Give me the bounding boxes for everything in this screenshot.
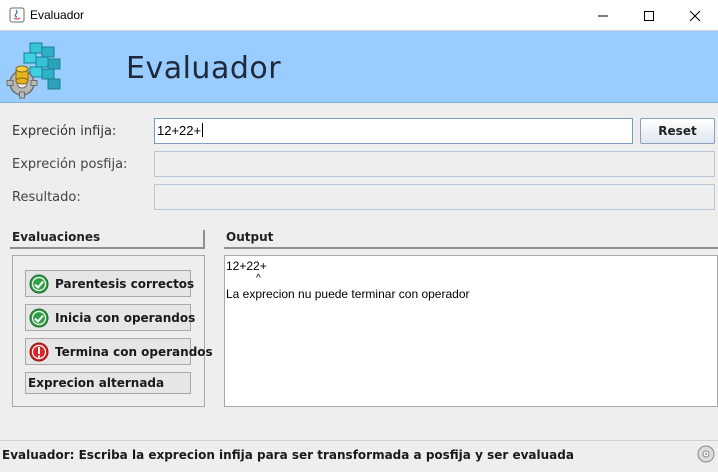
maximize-button[interactable] [626, 0, 672, 31]
minimize-button[interactable] [580, 0, 626, 31]
evaluaciones-header: Evaluaciones [10, 230, 205, 249]
minimize-icon [598, 15, 608, 16]
eval-item-termina[interactable]: Termina con operandos [25, 338, 213, 365]
infija-value: 12+22+ [157, 123, 202, 138]
error-circle-icon [29, 342, 49, 361]
eval-item-alternada[interactable]: Exprecion alternada [25, 372, 191, 394]
status-bar: Evaluador: Escriba la exprecion infija p… [0, 440, 718, 472]
database-gear-icon [6, 42, 61, 99]
eval-item-label: Termina con operandos [55, 344, 213, 359]
eval-item-inicia[interactable]: Inicia con operandos [25, 304, 195, 331]
window-title: Evaluador [30, 8, 85, 22]
infija-label: Expreción infija: [12, 124, 117, 139]
java-app-icon [9, 7, 25, 23]
check-circle-icon [29, 274, 49, 293]
resultado-label: Resultado: [12, 190, 81, 205]
output-header: Output [224, 230, 718, 249]
output-expression: 12+22+ [226, 259, 267, 273]
evaluaciones-panel: Parentesis correctos Inicia con operando… [12, 255, 213, 407]
output-message: La exprecion nu puede terminar con opera… [226, 287, 470, 301]
maximize-icon [644, 10, 654, 21]
close-button[interactable] [672, 0, 718, 31]
close-icon [689, 10, 701, 21]
status-message: Evaluador: Escriba la exprecion infija p… [2, 448, 574, 462]
eval-item-parentesis[interactable]: Parentesis correctos [25, 270, 195, 297]
eval-item-label: Parentesis correctos [55, 276, 195, 291]
eval-item-label: Inicia con operandos [55, 310, 196, 325]
disc-icon [697, 445, 715, 463]
infija-input[interactable]: 12+22+ [154, 118, 633, 144]
resultado-field [154, 184, 715, 210]
window-titlebar: Evaluador [0, 0, 718, 31]
posfija-field [154, 151, 715, 177]
reset-button[interactable]: Reset [640, 118, 715, 144]
header-banner: Evaluador [0, 31, 718, 103]
posfija-label: Expreción posfija: [12, 157, 128, 172]
eval-item-label: Exprecion alternada [28, 376, 165, 390]
output-textarea[interactable]: 12+22+ ^ La exprecion nu puede terminar … [224, 255, 718, 407]
check-circle-icon [29, 308, 49, 327]
output-pointer: ^ [256, 273, 261, 284]
text-caret [202, 123, 204, 137]
app-heading: Evaluador [126, 51, 282, 86]
